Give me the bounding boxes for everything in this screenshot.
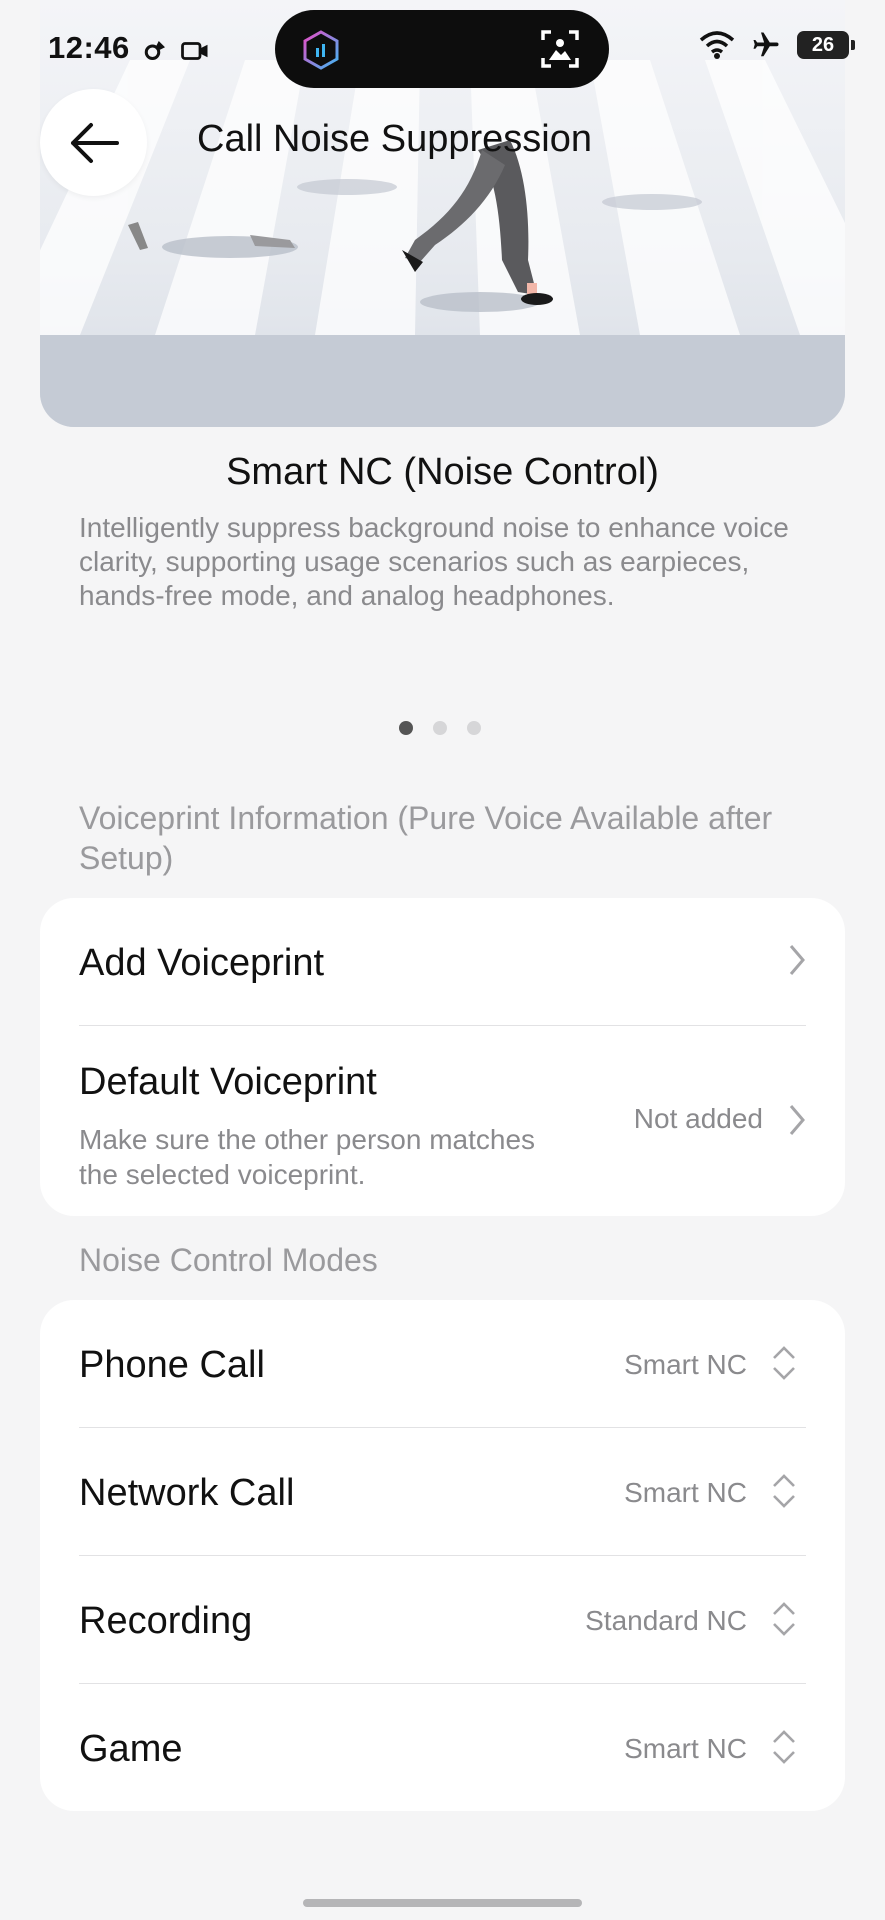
page-dot-1[interactable] — [399, 721, 413, 735]
settings-notification-icon — [144, 41, 165, 60]
page-title: Call Noise Suppression — [197, 118, 592, 160]
arrow-left-icon — [70, 122, 119, 163]
battery-level: 26 — [811, 33, 835, 56]
add-voiceprint-row[interactable]: Add Voiceprint — [40, 898, 845, 1025]
default-voiceprint-value: Not added — [633, 1103, 763, 1134]
screen-capture-icon — [541, 30, 579, 68]
chevron-right-icon — [789, 945, 805, 975]
carousel-page-indicator[interactable] — [399, 721, 481, 735]
feature-description: Intelligently suppress background noise … — [79, 512, 789, 611]
wifi-icon — [699, 31, 735, 59]
battery-indicator: 26 — [797, 31, 855, 59]
game-row[interactable]: Game Smart NC — [40, 1684, 845, 1811]
phone-call-row[interactable]: Phone Call Smart NC — [40, 1300, 845, 1427]
recording-row[interactable]: Recording Standard NC — [40, 1556, 845, 1683]
back-button[interactable] — [40, 89, 147, 196]
chevron-right-icon — [789, 1105, 805, 1135]
video-camera-icon — [181, 42, 208, 60]
network-call-mode-value: Smart NC — [624, 1477, 747, 1508]
game-label: Game — [79, 1728, 183, 1770]
status-bar: 12:46 26 — [0, 0, 885, 100]
page-dot-3[interactable] — [467, 721, 481, 735]
recording-mode-value: Standard NC — [585, 1605, 747, 1636]
airplane-mode-icon — [753, 32, 779, 57]
up-down-selector-icon — [773, 1730, 795, 1764]
up-down-selector-icon — [773, 1474, 795, 1508]
default-voiceprint-row[interactable]: Default Voiceprint Make sure the other p… — [40, 1026, 845, 1216]
up-down-selector-icon — [773, 1346, 795, 1380]
phone-call-label: Phone Call — [79, 1344, 265, 1386]
game-mode-value: Smart NC — [624, 1733, 747, 1764]
network-call-label: Network Call — [79, 1472, 295, 1514]
status-right-icons: 26 — [699, 30, 855, 60]
home-indicator[interactable] — [303, 1899, 582, 1907]
app-hexagon-icon — [303, 30, 339, 70]
default-voiceprint-sublabel: Make sure the other person matches the s… — [79, 1124, 536, 1190]
phone-call-mode-value: Smart NC — [624, 1349, 747, 1380]
voiceprint-section-header: Voiceprint Information (Pure Voice Avail… — [79, 800, 773, 876]
feature-title: Smart NC (Noise Control) — [226, 451, 659, 493]
recording-label: Recording — [79, 1600, 253, 1642]
modes-section-header: Noise Control Modes — [79, 1242, 378, 1278]
status-time: 12:46 — [48, 30, 130, 65]
default-voiceprint-label: Default Voiceprint — [79, 1061, 377, 1103]
status-notification-icons — [140, 36, 210, 66]
voiceprint-card: Add Voiceprint Default Voiceprint Make s… — [40, 898, 845, 1216]
modes-card: Phone Call Smart NC Network Call Smart N… — [40, 1300, 845, 1811]
add-voiceprint-label: Add Voiceprint — [79, 942, 325, 984]
network-call-row[interactable]: Network Call Smart NC — [40, 1428, 845, 1555]
page-dot-2[interactable] — [433, 721, 447, 735]
dynamic-island — [275, 10, 609, 88]
up-down-selector-icon — [773, 1602, 795, 1636]
